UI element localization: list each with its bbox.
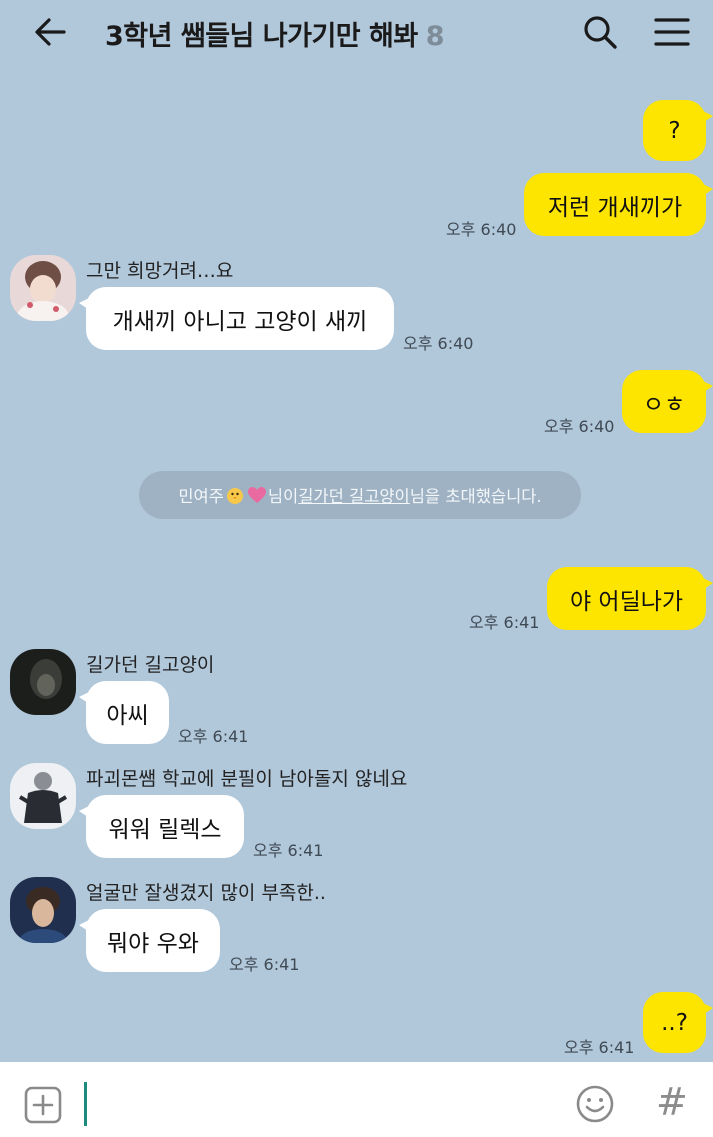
message-text: ..? [661,1009,688,1036]
member-count: 8 [425,21,445,52]
avatar[interactable] [10,649,76,715]
sender-name: 길가던 길고양이 [86,654,215,676]
profile-photo-icon [10,255,76,321]
profile-photo-icon [10,763,76,829]
avatar[interactable] [10,877,76,943]
their-message-bubble[interactable]: 워워 릴렉스 [79,795,244,858]
message-text: 야 어딜나가 [569,588,684,615]
text-cursor [84,1082,87,1126]
search-button[interactable] [580,12,620,52]
invitee-link[interactable]: 길가던 길고양이 [298,483,410,507]
message-time: 오후 6:41 [564,1038,635,1057]
message-text: 뭐야 우와 [107,930,199,957]
notice-inviter: 민여주 [178,487,224,506]
back-button[interactable] [32,14,68,50]
message-text: 아씨 [106,702,149,729]
message-time: 오후 6:40 [446,220,517,239]
avatar[interactable] [10,255,76,321]
my-message-bubble[interactable]: 저런 개새끼가 [524,173,713,236]
my-message-bubble[interactable]: ㅇㅎ [622,370,713,433]
their-message-bubble[interactable]: 아씨 [79,681,169,744]
plus-square-icon [24,1086,62,1124]
message-text: 개새끼 아니고 고양이 새끼 [112,308,368,335]
message-time: 오후 6:40 [403,334,474,353]
search-icon [584,16,617,49]
message-time: 오후 6:41 [469,613,540,632]
arrow-left-icon [35,18,66,46]
message-time: 오후 6:41 [229,955,300,974]
system-notice: 민여주 님이 길가던 길고양이 님을 초대했습니다. [139,471,581,519]
chat-title-text: 3학년 쌤들님 나가기만 해봐 [105,21,418,52]
chat-title: 3학년 쌤들님 나가기만 해봐 8 [105,14,445,53]
notice-text-2: 님을 초대했습니다. [409,487,542,506]
my-message-bubble[interactable]: 야 어딜나가 [547,567,713,630]
message-input[interactable] [82,1078,552,1126]
message-time: 오후 6:40 [544,417,615,436]
their-message-bubble[interactable]: 개새끼 아니고 고양이 새끼 [79,287,394,350]
message-text: ? [668,117,681,144]
my-message-bubble[interactable]: ? [643,100,713,161]
attach-button[interactable] [24,1086,62,1124]
sender-name: 그만 희망거려…요 [86,260,234,282]
menu-button[interactable] [652,12,692,52]
emoji-button[interactable] [575,1084,615,1124]
smiley-icon [576,1085,614,1123]
message-time: 오후 6:41 [253,841,324,860]
profile-photo-icon [10,649,76,715]
chick-emoji-icon [226,488,243,504]
sender-name: 얼굴만 잘생겼지 많이 부족한.. [86,882,326,904]
my-message-bubble[interactable]: ..? [643,992,713,1053]
message-time: 오후 6:41 [178,727,249,746]
message-text: 워워 릴렉스 [108,816,222,843]
notice-text-1: 님이 [267,487,299,506]
sender-name: 파괴몬쌤 학교에 분필이 남아돌지 않네요 [86,768,408,790]
chat-header: 3학년 쌤들님 나가기만 해봐 8 [0,0,713,64]
message-text: 저런 개새끼가 [547,194,683,221]
hashtag-search-button[interactable]: # [656,1080,688,1124]
profile-photo-icon [10,877,76,943]
avatar[interactable] [10,763,76,829]
their-message-bubble[interactable]: 뭐야 우와 [79,909,220,972]
pink-heart-icon [247,487,266,503]
hamburger-menu-icon [654,18,690,46]
message-text: ㅇㅎ [642,391,686,418]
message-input-bar: # [0,1062,713,1137]
